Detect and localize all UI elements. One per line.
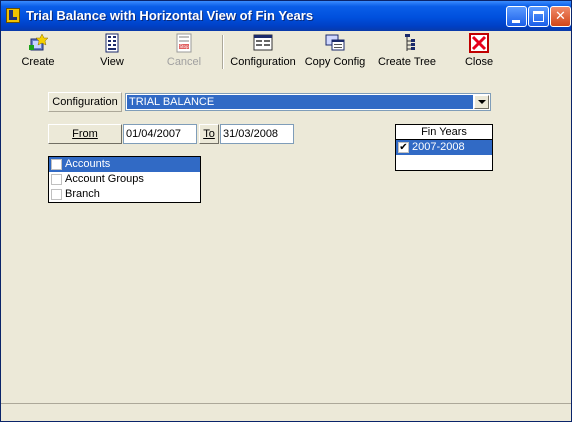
configuration-label: Configuration <box>48 92 122 112</box>
window-title: Trial Balance with Horizontal View of Fi… <box>26 8 314 23</box>
list-item[interactable]: Account Groups <box>49 172 200 187</box>
copy-config-button[interactable]: Copy Config <box>303 33 367 73</box>
view-icon <box>105 33 119 53</box>
app-window: Trial Balance with Horizontal View of Fi… <box>0 0 572 422</box>
list-item-label: Accounts <box>65 158 111 170</box>
configuration-select[interactable]: TRIAL BALANCE <box>125 93 491 111</box>
copy-config-label: Copy Config <box>304 56 366 68</box>
create-icon <box>29 33 49 51</box>
configuration-tool-label: Configuration <box>230 56 296 68</box>
title-bar[interactable]: Trial Balance with Horizontal View of Fi… <box>1 1 571 31</box>
checkmark-icon[interactable]: ✔ <box>398 142 409 153</box>
create-tree-label: Create Tree <box>377 56 437 68</box>
close-button[interactable]: Close <box>459 33 499 73</box>
to-date-field[interactable]: 31/03/2008 <box>220 124 294 144</box>
fin-years-list[interactable]: Fin Years ✔ 2007-2008 <box>395 124 493 171</box>
checkbox[interactable] <box>51 189 62 200</box>
fin-year-label: 2007-2008 <box>412 141 465 153</box>
chevron-down-icon[interactable] <box>474 95 489 109</box>
tree-icon <box>405 34 415 51</box>
status-bar <box>1 403 571 421</box>
close-icon <box>469 33 489 53</box>
create-label: Create <box>21 56 55 68</box>
view-label: View <box>100 56 124 68</box>
toolbar-separator <box>222 35 224 69</box>
toolbar: Create View Stop Cancel Configuration Co… <box>1 31 571 75</box>
app-logo-icon <box>6 8 20 23</box>
create-tree-button[interactable]: Create Tree <box>375 33 439 73</box>
configuration-button[interactable]: Configuration <box>229 33 297 73</box>
maximize-icon <box>533 11 544 22</box>
list-item[interactable]: Branch <box>49 187 200 202</box>
close-window-button[interactable]: ✕ <box>550 6 571 27</box>
copy-config-icon <box>325 34 345 51</box>
fin-years-header: Fin Years <box>396 125 492 140</box>
view-button[interactable]: View <box>89 33 135 73</box>
cancel-icon: Stop <box>176 33 192 53</box>
close-x-icon: ✕ <box>555 9 566 24</box>
create-button[interactable]: Create <box>13 33 63 73</box>
list-item-label: Branch <box>65 188 100 200</box>
maximize-button[interactable] <box>528 6 549 27</box>
configuration-value: TRIAL BALANCE <box>127 95 473 109</box>
from-button[interactable]: From <box>48 124 122 144</box>
checkbox[interactable] <box>51 159 62 170</box>
cancel-label: Cancel <box>166 56 202 68</box>
from-button-label: From <box>72 128 98 140</box>
from-date-field[interactable]: 01/04/2007 <box>123 124 197 144</box>
minimize-button[interactable] <box>506 6 527 27</box>
minimize-icon <box>512 20 520 23</box>
to-button[interactable]: To <box>199 124 219 144</box>
list-item[interactable]: Accounts <box>49 157 200 172</box>
close-label: Close <box>464 56 494 68</box>
checkbox[interactable] <box>51 174 62 185</box>
list-item-label: Account Groups <box>65 173 144 185</box>
fin-year-item[interactable]: ✔ 2007-2008 <box>396 140 492 155</box>
configuration-icon <box>253 34 273 51</box>
group-by-list[interactable]: Accounts Account Groups Branch <box>48 156 201 203</box>
svg-text:Stop: Stop <box>179 44 189 49</box>
cancel-button[interactable]: Stop Cancel <box>161 33 207 73</box>
to-button-label: To <box>203 128 215 140</box>
